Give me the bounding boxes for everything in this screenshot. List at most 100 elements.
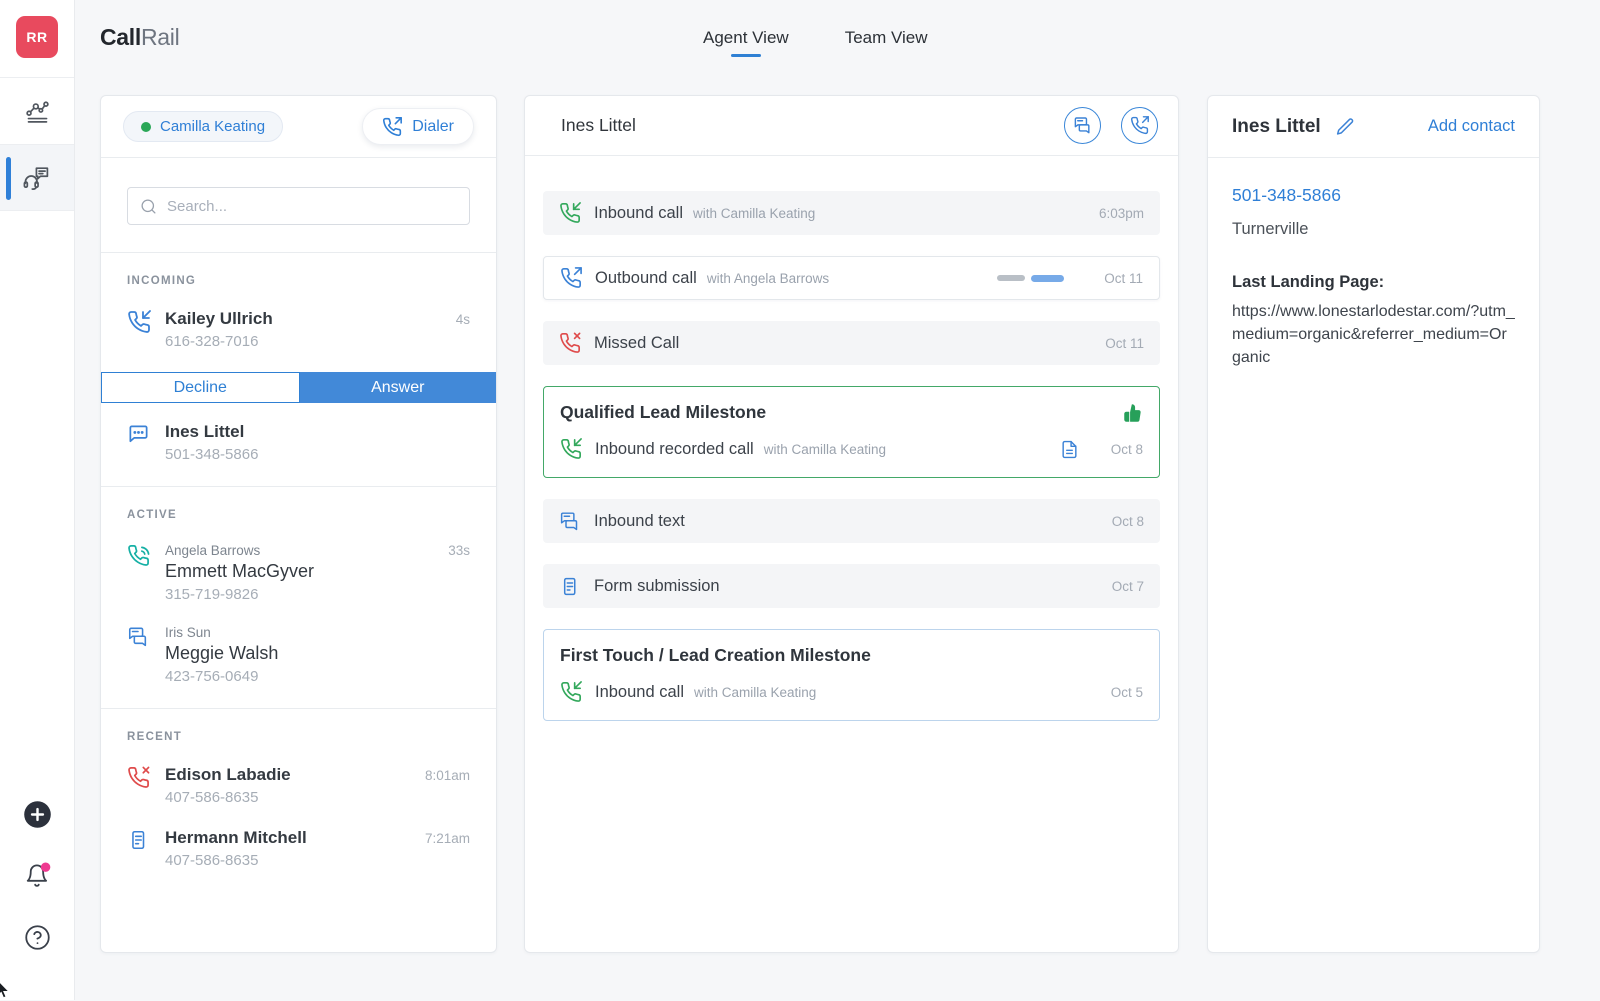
first-touch-milestone-card[interactable]: First Touch / Lead Creation Milestone In… bbox=[543, 629, 1160, 721]
timeline-contact-name: Ines Littel bbox=[561, 115, 636, 136]
add-contact-link[interactable]: Add contact bbox=[1428, 117, 1515, 136]
event-time: 6:03pm bbox=[1099, 206, 1144, 221]
caller-name: Kailey Ullrich bbox=[165, 309, 273, 329]
call-duration: 33s bbox=[448, 543, 470, 558]
form-icon bbox=[127, 828, 151, 869]
search-icon bbox=[140, 198, 157, 215]
help-button[interactable] bbox=[0, 924, 74, 951]
send-text-button[interactable] bbox=[1064, 107, 1101, 144]
event-time: Oct 11 bbox=[1104, 271, 1143, 286]
phone-incoming-icon bbox=[559, 202, 581, 224]
contact-phone: 407-586-8635 bbox=[165, 789, 470, 806]
add-button[interactable] bbox=[0, 800, 74, 829]
chat-bubbles-icon bbox=[127, 625, 151, 685]
sidebar-item-agent-inbox[interactable] bbox=[0, 144, 74, 211]
handling-agent: Iris Sun bbox=[165, 625, 211, 640]
active-indicator bbox=[6, 157, 11, 200]
timeline-event-missed-call[interactable]: Missed Call Oct 11 bbox=[543, 321, 1160, 365]
dialer-button[interactable]: Dialer bbox=[362, 108, 474, 145]
transcript-icon[interactable] bbox=[1060, 440, 1079, 459]
qualified-lead-milestone-card[interactable]: Qualified Lead Milestone Inbound recorde… bbox=[543, 386, 1160, 478]
notification-dot bbox=[40, 862, 49, 871]
search-input[interactable] bbox=[167, 198, 457, 215]
analytics-icon bbox=[24, 98, 51, 125]
agent-headset-chat-icon bbox=[22, 164, 52, 192]
landing-page-url: https://www.lonestarlodestar.com/?utm_me… bbox=[1232, 300, 1515, 369]
recent-form-item[interactable]: Hermann Mitchell 7:21am 407-586-8635 bbox=[127, 828, 470, 869]
agent-status-pill[interactable]: Camilla Keating bbox=[123, 111, 283, 142]
callrail-logo[interactable]: CallRail bbox=[100, 24, 179, 51]
texter-name: Ines Littel bbox=[165, 422, 244, 442]
agent-name: Camilla Keating bbox=[160, 118, 265, 135]
tag-pill-gray bbox=[997, 275, 1025, 281]
contact-name: Emmett MacGyver bbox=[165, 561, 470, 582]
handling-agent: Angela Barrows bbox=[165, 543, 260, 558]
contact-name: Hermann Mitchell bbox=[165, 828, 307, 848]
contact-phone: 407-586-8635 bbox=[165, 852, 470, 869]
event-time: Oct 5 bbox=[1105, 685, 1143, 700]
agent-panel: Camilla Keating Dialer INCOMING bbox=[100, 95, 497, 953]
contact-name: Meggie Walsh bbox=[165, 643, 470, 664]
tag-pills bbox=[997, 275, 1064, 282]
event-time: Oct 8 bbox=[1112, 514, 1144, 529]
active-section-label: ACTIVE bbox=[127, 509, 470, 521]
account-avatar[interactable]: RR bbox=[16, 16, 58, 58]
call-duration: 4s bbox=[456, 312, 470, 327]
texter-phone: 501-348-5866 bbox=[165, 446, 470, 463]
notifications-button[interactable] bbox=[0, 862, 74, 889]
answer-button[interactable]: Answer bbox=[300, 372, 497, 403]
contact-phone-link[interactable]: 501-348-5866 bbox=[1232, 185, 1515, 206]
active-call-item[interactable]: Angela Barrows 33s Emmett MacGyver 315-7… bbox=[127, 543, 470, 603]
phone-incoming-icon bbox=[127, 309, 151, 350]
call-button[interactable] bbox=[1121, 107, 1158, 144]
help-icon bbox=[24, 924, 51, 951]
plus-circle-icon bbox=[23, 800, 52, 829]
form-icon bbox=[559, 576, 581, 597]
caller-phone: 616-328-7016 bbox=[165, 333, 470, 350]
tag-pill-blue bbox=[1031, 275, 1064, 282]
recent-section-label: RECENT bbox=[127, 731, 470, 743]
timeline-event-outbound-call[interactable]: Outbound call with Angela Barrows Oct 11 bbox=[543, 256, 1160, 300]
sidebar-item-analytics[interactable] bbox=[0, 77, 74, 144]
left-rail: RR bbox=[0, 0, 75, 1000]
mouse-cursor bbox=[0, 980, 13, 1001]
active-text-item[interactable]: Iris Sun Meggie Walsh 423-756-0649 bbox=[127, 625, 470, 685]
thumbs-up-icon bbox=[1123, 403, 1143, 423]
divider bbox=[101, 486, 496, 487]
phone-incoming-icon bbox=[560, 438, 582, 460]
chat-bubbles-icon bbox=[1073, 116, 1092, 135]
event-time: Oct 8 bbox=[1105, 442, 1143, 457]
call-time: 7:21am bbox=[425, 831, 470, 846]
tab-agent-view[interactable]: Agent View bbox=[703, 28, 789, 57]
timeline-event-inbound-text[interactable]: Inbound text Oct 8 bbox=[543, 499, 1160, 543]
phone-outgoing-icon bbox=[1130, 116, 1149, 135]
bell-icon bbox=[24, 862, 51, 889]
call-actions: Decline Answer bbox=[101, 372, 496, 403]
contact-phone: 315-719-9826 bbox=[165, 586, 470, 603]
contact-city: Turnerville bbox=[1232, 220, 1515, 239]
phone-outgoing-icon bbox=[382, 117, 402, 137]
online-status-dot bbox=[141, 122, 151, 132]
timeline-event-form-submission[interactable]: Form submission Oct 7 bbox=[543, 564, 1160, 608]
contact-name: Edison Labadie bbox=[165, 765, 291, 785]
call-time: 8:01am bbox=[425, 768, 470, 783]
divider bbox=[101, 708, 496, 709]
view-tabs: Agent View Team View bbox=[703, 28, 928, 57]
recent-missed-item[interactable]: Edison Labadie 8:01am 407-586-8635 bbox=[127, 765, 470, 806]
incoming-section-label: INCOMING bbox=[127, 275, 470, 287]
event-time: Oct 7 bbox=[1112, 579, 1144, 594]
phone-outgoing-icon bbox=[560, 267, 582, 289]
timeline-event-inbound-call[interactable]: Inbound call with Camilla Keating 6:03pm bbox=[543, 191, 1160, 235]
phone-missed-icon bbox=[559, 332, 581, 354]
phone-missed-icon bbox=[127, 765, 151, 806]
landing-page-label: Last Landing Page: bbox=[1232, 273, 1515, 292]
chat-bubbles-icon bbox=[559, 511, 581, 532]
search-field[interactable] bbox=[127, 187, 470, 225]
tab-team-view[interactable]: Team View bbox=[845, 28, 928, 57]
chat-bubble-icon bbox=[127, 422, 151, 463]
incoming-text-item[interactable]: Ines Littel 501-348-5866 bbox=[127, 422, 470, 463]
decline-button[interactable]: Decline bbox=[101, 372, 300, 403]
edit-pencil-icon[interactable] bbox=[1335, 116, 1356, 137]
contact-name: Ines Littel bbox=[1232, 116, 1321, 138]
incoming-call-item[interactable]: Kailey Ullrich 4s 616-328-7016 bbox=[127, 309, 470, 350]
